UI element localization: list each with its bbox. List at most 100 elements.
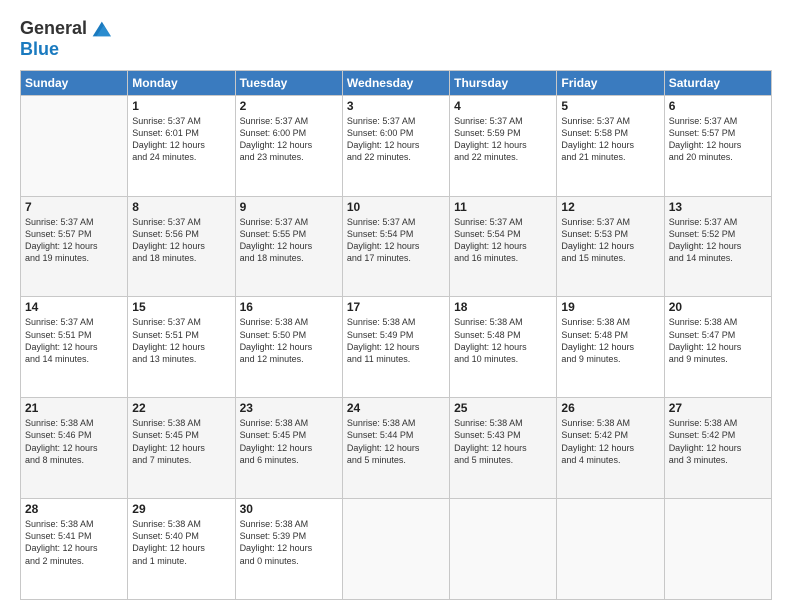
day-number: 3 (347, 99, 445, 113)
calendar-weekday-thursday: Thursday (450, 70, 557, 95)
day-info: Sunrise: 5:38 AM Sunset: 5:42 PM Dayligh… (669, 417, 767, 466)
day-info: Sunrise: 5:38 AM Sunset: 5:47 PM Dayligh… (669, 316, 767, 365)
calendar-cell: 15 Sunrise: 5:37 AM Sunset: 5:51 PM Dayli… (128, 297, 235, 398)
calendar-cell (21, 95, 128, 196)
day-number: 16 (240, 300, 338, 314)
day-number: 21 (25, 401, 123, 415)
calendar-cell: 17 Sunrise: 5:38 AM Sunset: 5:49 PM Dayli… (342, 297, 449, 398)
calendar-cell (450, 499, 557, 600)
calendar-cell: 13 Sunrise: 5:37 AM Sunset: 5:52 PM Dayli… (664, 196, 771, 297)
day-number: 28 (25, 502, 123, 516)
day-info: Sunrise: 5:37 AM Sunset: 5:55 PM Dayligh… (240, 216, 338, 265)
calendar-cell: 26 Sunrise: 5:38 AM Sunset: 5:42 PM Dayli… (557, 398, 664, 499)
day-number: 11 (454, 200, 552, 214)
calendar-cell: 10Sunrise: 5:37 AM Sunset: 5:54 PM Dayli… (342, 196, 449, 297)
calendar-week-row: 1 Sunrise: 5:37 AM Sunset: 6:01 PM Daylig… (21, 95, 772, 196)
day-info: Sunrise: 5:38 AM Sunset: 5:45 PM Dayligh… (240, 417, 338, 466)
day-info: Sunrise: 5:37 AM Sunset: 5:54 PM Dayligh… (454, 216, 552, 265)
calendar-cell: 2Sunrise: 5:37 AM Sunset: 6:00 PM Daylig… (235, 95, 342, 196)
calendar-cell: 29 Sunrise: 5:38 AM Sunset: 5:40 PM Dayli… (128, 499, 235, 600)
day-number: 13 (669, 200, 767, 214)
calendar-cell: 21 Sunrise: 5:38 AM Sunset: 5:46 PM Dayli… (21, 398, 128, 499)
day-number: 23 (240, 401, 338, 415)
day-info: Sunrise: 5:38 AM Sunset: 5:45 PM Dayligh… (132, 417, 230, 466)
day-number: 9 (240, 200, 338, 214)
calendar-cell: 16Sunrise: 5:38 AM Sunset: 5:50 PM Dayli… (235, 297, 342, 398)
day-number: 17 (347, 300, 445, 314)
calendar-cell (664, 499, 771, 600)
day-number: 25 (454, 401, 552, 415)
day-info: Sunrise: 5:38 AM Sunset: 5:40 PM Dayligh… (132, 518, 230, 567)
calendar-cell: 4 Sunrise: 5:37 AM Sunset: 5:59 PM Daylig… (450, 95, 557, 196)
calendar-cell: 5 Sunrise: 5:37 AM Sunset: 5:58 PM Daylig… (557, 95, 664, 196)
calendar-weekday-friday: Friday (557, 70, 664, 95)
calendar-cell: 20 Sunrise: 5:38 AM Sunset: 5:47 PM Dayli… (664, 297, 771, 398)
calendar-cell: 27 Sunrise: 5:38 AM Sunset: 5:42 PM Dayli… (664, 398, 771, 499)
day-info: Sunrise: 5:37 AM Sunset: 5:56 PM Dayligh… (132, 216, 230, 265)
day-number: 26 (561, 401, 659, 415)
day-number: 27 (669, 401, 767, 415)
day-info: Sunrise: 5:37 AM Sunset: 5:51 PM Dayligh… (132, 316, 230, 365)
calendar-cell: 24Sunrise: 5:38 AM Sunset: 5:44 PM Dayli… (342, 398, 449, 499)
day-info: Sunrise: 5:37 AM Sunset: 5:57 PM Dayligh… (669, 115, 767, 164)
calendar-cell (342, 499, 449, 600)
day-number: 20 (669, 300, 767, 314)
calendar-cell: 14 Sunrise: 5:37 AM Sunset: 5:51 PM Dayli… (21, 297, 128, 398)
day-number: 22 (132, 401, 230, 415)
day-number: 24 (347, 401, 445, 415)
calendar-cell: 28 Sunrise: 5:38 AM Sunset: 5:41 PM Dayli… (21, 499, 128, 600)
calendar-cell (557, 499, 664, 600)
day-info: Sunrise: 5:38 AM Sunset: 5:42 PM Dayligh… (561, 417, 659, 466)
day-info: Sunrise: 5:38 AM Sunset: 5:39 PM Dayligh… (240, 518, 338, 567)
day-number: 19 (561, 300, 659, 314)
day-info: Sunrise: 5:37 AM Sunset: 5:59 PM Dayligh… (454, 115, 552, 164)
day-info: Sunrise: 5:37 AM Sunset: 5:57 PM Dayligh… (25, 216, 123, 265)
day-info: Sunrise: 5:38 AM Sunset: 5:49 PM Dayligh… (347, 316, 445, 365)
day-number: 4 (454, 99, 552, 113)
calendar-cell: 7Sunrise: 5:37 AM Sunset: 5:57 PM Daylig… (21, 196, 128, 297)
day-info: Sunrise: 5:37 AM Sunset: 6:00 PM Dayligh… (347, 115, 445, 164)
calendar-weekday-sunday: Sunday (21, 70, 128, 95)
day-info: Sunrise: 5:37 AM Sunset: 5:58 PM Dayligh… (561, 115, 659, 164)
day-info: Sunrise: 5:38 AM Sunset: 5:46 PM Dayligh… (25, 417, 123, 466)
calendar-header-row: SundayMondayTuesdayWednesdayThursdayFrid… (21, 70, 772, 95)
day-info: Sunrise: 5:38 AM Sunset: 5:48 PM Dayligh… (454, 316, 552, 365)
calendar-cell: 23 Sunrise: 5:38 AM Sunset: 5:45 PM Dayli… (235, 398, 342, 499)
calendar-cell: 12 Sunrise: 5:37 AM Sunset: 5:53 PM Dayli… (557, 196, 664, 297)
calendar-cell: 30 Sunrise: 5:38 AM Sunset: 5:39 PM Dayli… (235, 499, 342, 600)
day-info: Sunrise: 5:37 AM Sunset: 5:53 PM Dayligh… (561, 216, 659, 265)
day-number: 1 (132, 99, 230, 113)
logo-general: General (20, 18, 87, 38)
day-number: 12 (561, 200, 659, 214)
day-info: Sunrise: 5:37 AM Sunset: 6:01 PM Dayligh… (132, 115, 230, 164)
page: General Blue SundayMondayTuesdayWednesda… (0, 0, 792, 612)
header: General Blue (20, 18, 772, 60)
day-number: 14 (25, 300, 123, 314)
day-number: 10 (347, 200, 445, 214)
calendar-cell: 18 Sunrise: 5:38 AM Sunset: 5:48 PM Dayli… (450, 297, 557, 398)
calendar-weekday-saturday: Saturday (664, 70, 771, 95)
calendar-week-row: 28 Sunrise: 5:38 AM Sunset: 5:41 PM Dayli… (21, 499, 772, 600)
logo-icon (89, 18, 111, 40)
day-info: Sunrise: 5:37 AM Sunset: 5:52 PM Dayligh… (669, 216, 767, 265)
calendar-weekday-tuesday: Tuesday (235, 70, 342, 95)
calendar-table: SundayMondayTuesdayWednesdayThursdayFrid… (20, 70, 772, 600)
calendar-week-row: 14 Sunrise: 5:37 AM Sunset: 5:51 PM Dayli… (21, 297, 772, 398)
day-number: 15 (132, 300, 230, 314)
calendar-cell: 1 Sunrise: 5:37 AM Sunset: 6:01 PM Daylig… (128, 95, 235, 196)
day-number: 18 (454, 300, 552, 314)
calendar-cell: 11 Sunrise: 5:37 AM Sunset: 5:54 PM Dayli… (450, 196, 557, 297)
day-info: Sunrise: 5:38 AM Sunset: 5:41 PM Dayligh… (25, 518, 123, 567)
day-number: 5 (561, 99, 659, 113)
calendar-cell: 25 Sunrise: 5:38 AM Sunset: 5:43 PM Dayli… (450, 398, 557, 499)
day-info: Sunrise: 5:37 AM Sunset: 5:51 PM Dayligh… (25, 316, 123, 365)
calendar-weekday-monday: Monday (128, 70, 235, 95)
day-info: Sunrise: 5:38 AM Sunset: 5:43 PM Dayligh… (454, 417, 552, 466)
day-number: 30 (240, 502, 338, 516)
calendar-cell: 3 Sunrise: 5:37 AM Sunset: 6:00 PM Daylig… (342, 95, 449, 196)
calendar-week-row: 21 Sunrise: 5:38 AM Sunset: 5:46 PM Dayli… (21, 398, 772, 499)
day-info: Sunrise: 5:38 AM Sunset: 5:48 PM Dayligh… (561, 316, 659, 365)
day-number: 29 (132, 502, 230, 516)
day-number: 6 (669, 99, 767, 113)
logo-blue: Blue (20, 40, 111, 60)
